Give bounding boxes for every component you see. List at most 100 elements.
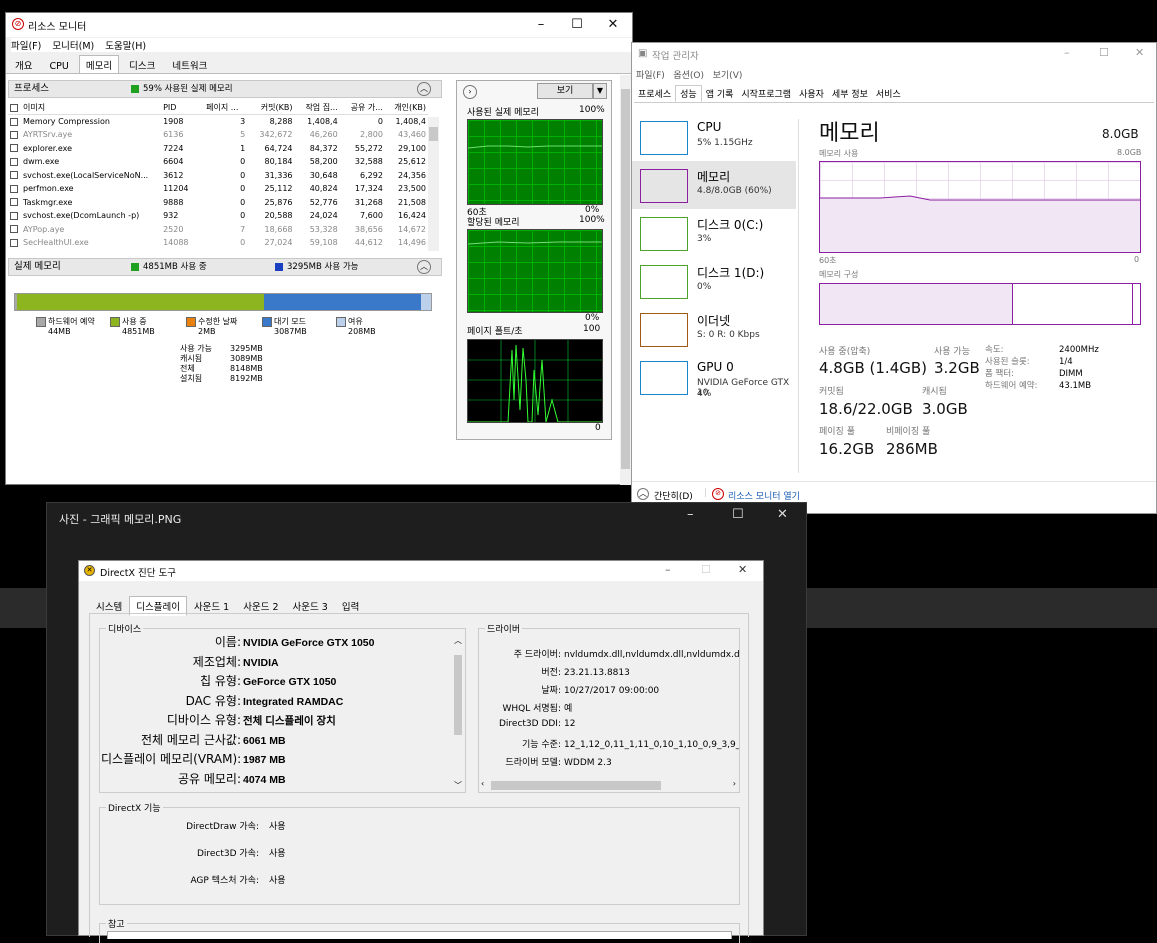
phys-avail: 3295MB 사용 가능 xyxy=(287,262,359,272)
maximize-button[interactable]: ☐ xyxy=(1099,46,1109,59)
close-button[interactable]: ✕ xyxy=(594,13,632,37)
row-checkbox[interactable] xyxy=(10,157,18,166)
tab-users[interactable]: 사용자 xyxy=(795,86,828,101)
cell: 40,824 xyxy=(309,184,338,194)
open-resource-monitor-link[interactable]: 리소스 모니터 열기 xyxy=(728,489,800,502)
driver-row: 주 드라이버: nvldumdx.dll,nvldumdx.dll,nvldumd… xyxy=(479,647,739,660)
table-row[interactable]: perfmon.exe 11204 0 25,112 40,824 17,324 23,50… xyxy=(8,182,428,196)
col-pid[interactable]: PID xyxy=(161,101,204,115)
row-checkbox[interactable] xyxy=(10,144,18,153)
sidebar-item[interactable]: GPU 0 NVIDIA GeForce GTX 10 4% xyxy=(632,353,796,401)
row-checkbox[interactable] xyxy=(10,211,18,220)
device-value: 6061 MB xyxy=(243,734,286,747)
collapse-icon[interactable]: ︿ xyxy=(417,260,431,274)
stat-label: 사용 가능 xyxy=(180,344,212,353)
col-commit[interactable]: 커밋(KB) xyxy=(247,101,294,115)
col-pagefaults[interactable]: 페이지 ... xyxy=(204,101,247,115)
tab-processes[interactable]: 프로세스 xyxy=(634,86,675,101)
device-row: DAC 유형: Integrated RAMDAC xyxy=(101,692,451,709)
close-button[interactable]: ✕ xyxy=(1135,46,1144,59)
process-name: dwm.exe xyxy=(23,157,60,167)
collapse-icon[interactable]: ︿ xyxy=(417,82,431,96)
menu-file[interactable]: 파일(F) xyxy=(636,71,665,81)
cell: 7224 xyxy=(163,143,184,153)
process-section-header[interactable]: 프로세스 59% 사용된 실제 메모리 ︿ xyxy=(8,80,442,98)
legend-value: 3087MB xyxy=(274,327,307,336)
table-row[interactable]: SecHealthUI.exe 14088 0 27,024 59,108 44,612 1… xyxy=(8,236,428,250)
table-row[interactable]: AYRTSrv.aye 6136 5 342,672 46,260 2,800 43,460 xyxy=(8,128,428,142)
col-image[interactable]: 이미지 xyxy=(23,103,45,112)
tab-details[interactable]: 세부 정보 xyxy=(828,86,872,101)
dx-close-button[interactable]: ✕ xyxy=(738,563,747,576)
menu-monitor[interactable]: 모니터(M) xyxy=(52,41,94,52)
row-checkbox[interactable] xyxy=(10,198,18,207)
table-row[interactable]: AYPop.aye 2520 7 18,668 53,328 38,656 14,672 xyxy=(8,223,428,237)
row-checkbox[interactable] xyxy=(10,225,18,234)
fewer-details-link[interactable]: 간단히(D) xyxy=(654,489,693,502)
process-scrollbar[interactable] xyxy=(428,117,439,251)
sidebar-item[interactable]: 디스크 0(C:) 3% xyxy=(632,209,796,257)
minimize-button[interactable]: – xyxy=(687,507,694,522)
fewer-details-icon[interactable]: ︿ xyxy=(637,488,649,500)
col-working-set[interactable]: 작업 집... xyxy=(295,101,340,115)
dx-maximize-button[interactable]: ☐ xyxy=(701,563,711,576)
view-button[interactable]: 보기 xyxy=(537,83,593,99)
table-row[interactable]: Taskmgr.exe 9888 0 25,876 52,776 31,268 21,508 xyxy=(8,196,428,210)
tab-performance[interactable]: 성능 xyxy=(675,85,702,102)
close-button[interactable]: ✕ xyxy=(777,507,788,522)
tab-services[interactable]: 서비스 xyxy=(872,86,905,101)
row-checkbox[interactable] xyxy=(10,238,18,247)
driver-label: WHQL 서명됨: xyxy=(502,704,562,714)
graph1-title: 사용된 실제 메모리 xyxy=(467,108,539,118)
table-row[interactable]: dwm.exe 6604 0 80,184 58,200 32,588 25,612 xyxy=(8,155,428,169)
tab-app-history[interactable]: 앱 기록 xyxy=(702,86,738,101)
tab-memory[interactable]: 메모리 xyxy=(78,55,120,75)
property-label: 폼 팩터: xyxy=(985,369,1015,379)
menu-options[interactable]: 옵션(O) xyxy=(673,71,704,81)
tab-network[interactable]: 네트워크 xyxy=(165,55,214,75)
col-shareable[interactable]: 공유 가... xyxy=(340,101,385,115)
legend-name: 여유 xyxy=(348,317,363,326)
row-checkbox[interactable] xyxy=(10,184,18,193)
process-name: perfmon.exe xyxy=(23,184,74,194)
driver-row: 날짜: 10/27/2017 09:00:00 xyxy=(479,683,659,696)
notes-box[interactable] xyxy=(107,931,732,939)
table-row[interactable]: svchost.exe(DcomLaunch -p) 932 0 20,588 24,0… xyxy=(8,209,428,223)
physical-memory-header[interactable]: 실제 메모리 4851MB 사용 중 3295MB 사용 가능 ︿ xyxy=(8,258,442,276)
cell: 18,668 xyxy=(264,224,293,234)
row-checkbox[interactable] xyxy=(10,117,18,126)
minimize-button[interactable]: – xyxy=(522,13,560,37)
tab-disk[interactable]: 디스크 xyxy=(122,55,162,75)
dx-minimize-button[interactable]: – xyxy=(665,563,671,576)
tab-startup[interactable]: 시작프로그램 xyxy=(737,86,795,101)
cell: 25,612 xyxy=(398,157,426,167)
table-row[interactable]: explorer.exe 7224 1 64,724 84,372 55,272 29,10… xyxy=(8,142,428,156)
menu-file[interactable]: 파일(F) xyxy=(11,41,41,52)
maximize-button[interactable]: ☐ xyxy=(732,507,744,522)
expand-icon[interactable]: › xyxy=(463,85,477,99)
sidebar-item[interactable]: 메모리 4.8/8.0GB (60%) xyxy=(632,161,796,209)
table-row[interactable]: svchost.exe(LocalServiceNoN... 3612 0 31,33… xyxy=(8,169,428,183)
col-private[interactable]: 개인(KB) xyxy=(385,101,428,115)
row-checkbox[interactable] xyxy=(10,171,18,180)
menu-view[interactable]: 보기(V) xyxy=(713,71,743,81)
maximize-button[interactable]: ☐ xyxy=(558,13,596,37)
device-scrollbar[interactable]: ︿ ﹀ xyxy=(452,635,464,791)
view-dropdown-icon[interactable]: ▼ xyxy=(593,83,607,99)
device-row: 제조업체: NVIDIA xyxy=(101,653,451,670)
select-all-checkbox[interactable] xyxy=(10,103,18,112)
legend-value: 44MB xyxy=(48,327,71,336)
sidebar-item[interactable]: CPU 5% 1.15GHz xyxy=(632,113,796,161)
sidebar-item[interactable]: 이더넷 S: 0 R: 0 Kbps xyxy=(632,305,796,353)
tab-overview[interactable]: 개요 xyxy=(8,55,39,75)
section-title: 실제 메모리 xyxy=(14,261,61,272)
menu-help[interactable]: 도움말(H) xyxy=(105,41,146,52)
table-row[interactable]: Memory Compression 1908 3 8,288 1,408,4 0 1,40… xyxy=(8,115,428,129)
minimize-button[interactable]: – xyxy=(1064,46,1070,59)
driver-hscrollbar[interactable]: ‹ › xyxy=(479,779,739,792)
stat-value: 8148MB xyxy=(230,364,263,373)
sidebar-item[interactable]: 디스크 1(D:) 0% xyxy=(632,257,796,305)
row-checkbox[interactable] xyxy=(10,130,18,139)
main-scrollbar[interactable] xyxy=(620,75,631,485)
driver-label: 날짜: xyxy=(541,686,561,696)
